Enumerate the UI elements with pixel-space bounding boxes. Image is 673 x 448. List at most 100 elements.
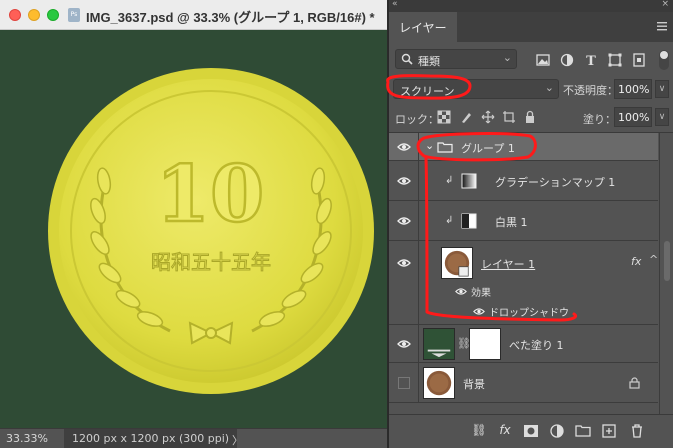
filter-kind-label: 種類: [418, 55, 440, 68]
fill-dropdown-arrow[interactable]: ∨: [655, 108, 669, 126]
lock-position-icon[interactable]: [481, 110, 495, 124]
shape-layer-filter-icon[interactable]: [607, 52, 623, 68]
link-layers-icon[interactable]: ⛓: [471, 423, 487, 439]
status-menu-arrow[interactable]: 〉: [232, 432, 243, 448]
blend-mode-value: スクリーン: [400, 85, 455, 98]
eye-icon[interactable]: [473, 307, 485, 316]
adjustment-layer-filter-icon[interactable]: [559, 52, 575, 68]
drop-shadow-label: ドロップシャドウ: [489, 308, 569, 319]
layers-panel: « × レイヤー 種類 ⌄ T スクリーン ⌄ 不透明度： 100% ∨ ロック…: [388, 0, 673, 448]
layer-row-layer1[interactable]: レイヤー 1 fx ^ 効果 ドロップシャドウ: [389, 241, 658, 325]
type-layer-filter-icon[interactable]: T: [583, 52, 599, 68]
coin-denomination: 10: [156, 149, 265, 240]
panel-header-strip: « ×: [389, 0, 673, 12]
eye-icon[interactable]: [397, 142, 411, 152]
layer1-thumbnail: [441, 247, 473, 279]
add-layer-style-icon[interactable]: fx: [497, 423, 513, 439]
eye-icon[interactable]: [397, 339, 411, 349]
chevron-up-icon[interactable]: ^: [649, 253, 658, 266]
layer-name: べた塗り 1: [509, 339, 564, 352]
lock-artboard-icon[interactable]: [502, 110, 516, 124]
new-layer-icon[interactable]: [601, 423, 617, 439]
zoom-level[interactable]: 33.33%: [6, 432, 48, 445]
close-icon[interactable]: ×: [661, 0, 669, 9]
layers-bottom-bar: ⛓ fx: [389, 414, 673, 448]
fill-label: 塗り：: [583, 113, 616, 126]
visibility-cell: [389, 363, 419, 402]
lock-icon: [629, 377, 640, 389]
panel-tab-row: レイヤー: [389, 12, 673, 42]
fill-input[interactable]: 100%: [614, 107, 652, 127]
eye-icon[interactable]: [397, 176, 411, 186]
layer-name: 背景: [463, 378, 485, 391]
gradient-map-icon: [461, 173, 477, 189]
document-title-bar[interactable]: Ps IMG_3637.psd @ 33.3% (グループ 1, RGB/16#…: [0, 0, 387, 30]
opacity-dropdown-arrow[interactable]: ∨: [655, 80, 669, 98]
svg-text:T: T: [586, 54, 596, 68]
black-white-icon: [461, 213, 477, 229]
chevron-down-icon[interactable]: ⌄: [425, 139, 434, 152]
visibility-toggle[interactable]: [398, 377, 410, 389]
coin-era-text: 昭和五十五年: [151, 250, 271, 274]
layer-row-solid-fill[interactable]: ⛓ べた塗り 1: [389, 325, 658, 363]
status-bar: 33.33% 1200 px x 1200 px (300 ppi) 〉: [0, 428, 387, 448]
effects-label: 効果: [471, 288, 491, 299]
layer-list-scrollbar[interactable]: [659, 133, 673, 414]
new-adjustment-layer-icon[interactable]: [549, 423, 565, 439]
new-group-icon[interactable]: [575, 423, 591, 439]
scrollbar-thumb[interactable]: [664, 241, 670, 281]
folder-icon: [437, 142, 453, 153]
eye-icon[interactable]: [455, 287, 467, 296]
trash-icon[interactable]: [629, 423, 645, 439]
lock-image-pixels-icon[interactable]: [459, 110, 473, 124]
visibility-cell: [389, 161, 419, 200]
smart-object-filter-icon[interactable]: [631, 52, 647, 68]
document-canvas[interactable]: 10 昭和五十五年: [0, 31, 387, 428]
coin-image: 10 昭和五十五年: [48, 68, 374, 394]
collapse-icon[interactable]: «: [392, 0, 398, 9]
layer-row-gradient-map[interactable]: ↲ グラデーションマップ 1: [389, 161, 658, 201]
layer-row-black-white[interactable]: ↲ 白黒 1: [389, 201, 658, 241]
layer-row-background[interactable]: 背景: [389, 363, 658, 403]
maximize-window-button[interactable]: [47, 9, 59, 21]
chevron-down-icon: ⌄: [502, 51, 512, 64]
fx-icon[interactable]: fx: [631, 255, 641, 268]
clipping-mask-icon: ↲: [445, 215, 454, 226]
blend-row: スクリーン ⌄ 不透明度： 100% ∨: [389, 78, 673, 104]
background-thumbnail: [423, 367, 455, 399]
document-window: Ps IMG_3637.psd @ 33.3% (グループ 1, RGB/16#…: [0, 0, 387, 448]
layer-name: グループ 1: [461, 142, 515, 155]
filter-row: 種類 ⌄ T: [389, 46, 673, 74]
document-size[interactable]: 1200 px x 1200 px (300 ppi): [64, 429, 238, 448]
lock-transparent-pixels-icon[interactable]: [437, 110, 451, 124]
layer-name: 白黒 1: [495, 216, 528, 229]
visibility-cell: [389, 201, 419, 240]
psd-file-icon: Ps: [68, 8, 80, 22]
visibility-cell: [389, 325, 419, 362]
pixel-layer-filter-icon[interactable]: [535, 52, 551, 68]
opacity-input[interactable]: 100%: [614, 79, 652, 99]
layer-row-group[interactable]: ⌄ グループ 1: [389, 133, 658, 161]
layer-name: レイヤー 1: [481, 258, 536, 271]
close-window-button[interactable]: [9, 9, 21, 21]
lock-all-icon[interactable]: [523, 110, 537, 124]
eye-icon[interactable]: [397, 216, 411, 226]
filter-kind-select[interactable]: 種類 ⌄: [395, 49, 517, 69]
layer-mask-thumbnail[interactable]: [469, 328, 501, 360]
visibility-cell: [389, 241, 419, 324]
filter-toggle[interactable]: [659, 50, 669, 70]
tab-layers[interactable]: レイヤー: [389, 12, 457, 42]
lock-row: ロック： 塗り： 100% ∨: [389, 106, 673, 130]
search-icon: [401, 53, 413, 65]
layer-list: ⌄ グループ 1 ↲ グラデーションマップ 1 ↲ 白黒 1 レイヤー 1 fx…: [389, 132, 673, 414]
minimize-window-button[interactable]: [28, 9, 40, 21]
add-mask-icon[interactable]: [523, 423, 539, 439]
lock-label: ロック：: [395, 113, 439, 126]
fill-color-thumbnail[interactable]: [423, 328, 455, 360]
blend-mode-select[interactable]: スクリーン ⌄: [393, 79, 559, 99]
panel-menu-icon[interactable]: [656, 20, 668, 32]
eye-icon[interactable]: [397, 258, 411, 268]
clipping-mask-icon: ↲: [445, 175, 454, 186]
filter-toggle-knob: [660, 51, 668, 59]
opacity-label: 不透明度：: [563, 84, 618, 97]
